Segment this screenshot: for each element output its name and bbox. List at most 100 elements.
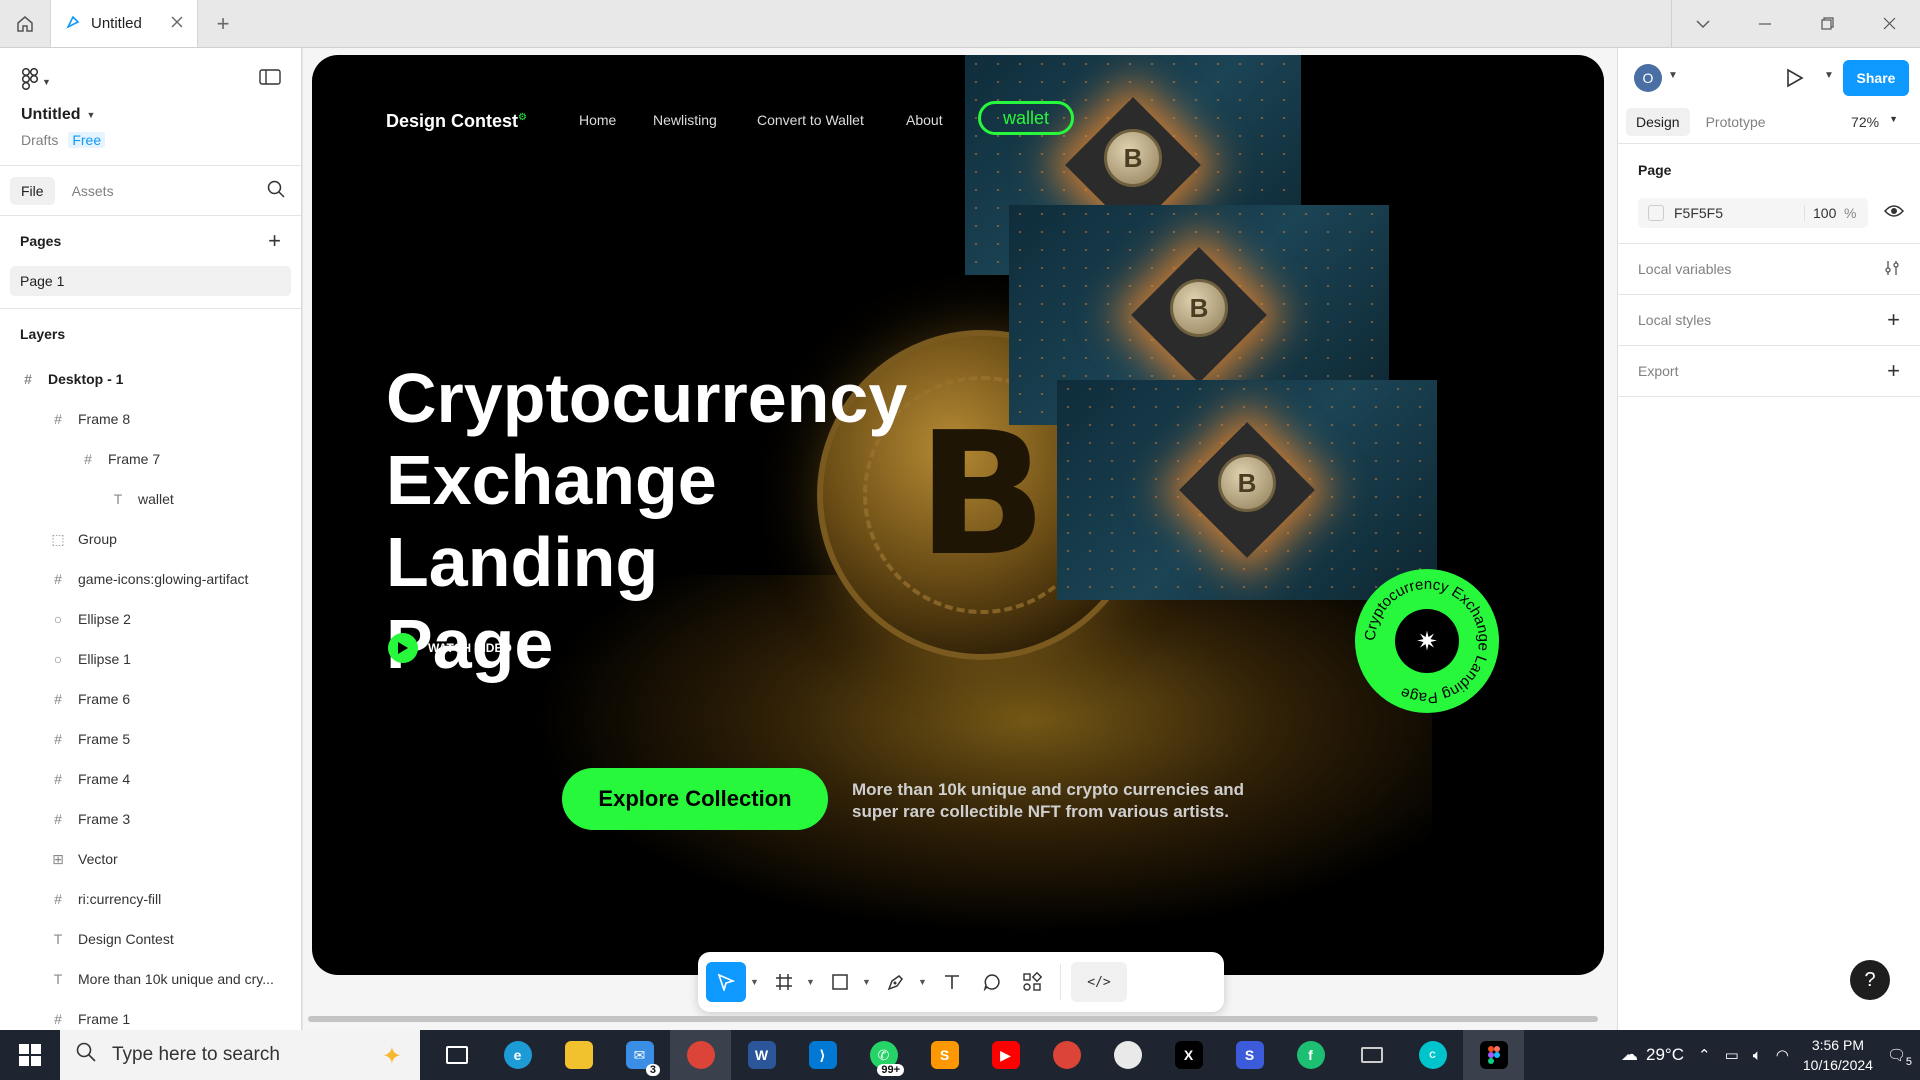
app-s-icon[interactable]: S: [1219, 1030, 1280, 1080]
page-color-field[interactable]: F5F5F5 100 %: [1638, 198, 1868, 228]
youtube-icon[interactable]: ▶: [975, 1030, 1036, 1080]
tab-file[interactable]: File: [10, 176, 55, 205]
chrome-profile-icon[interactable]: [1036, 1030, 1097, 1080]
nav-link-newlisting[interactable]: Newlisting: [653, 112, 717, 128]
figma-menu-button[interactable]: ▼: [21, 67, 51, 95]
add-page-icon[interactable]: +: [268, 228, 281, 254]
chevron-down-icon[interactable]: ▼: [1668, 70, 1678, 81]
minimize-icon[interactable]: [1734, 0, 1796, 47]
sidebar-toggle-icon[interactable]: [259, 69, 281, 90]
nav-link-convert[interactable]: Convert to Wallet: [757, 112, 864, 128]
layer-item[interactable]: T More than 10k unique and cry...: [0, 959, 301, 999]
monitor-icon[interactable]: [1341, 1030, 1402, 1080]
avatar[interactable]: O: [1634, 64, 1662, 92]
layer-item[interactable]: # Frame 1: [0, 999, 301, 1030]
local-variables-row[interactable]: Local variables: [1618, 244, 1920, 295]
actions-tool-icon[interactable]: [1014, 962, 1050, 1002]
rectangle-tool-icon[interactable]: [822, 962, 858, 1002]
opacity-value[interactable]: 100: [1804, 205, 1844, 221]
taskbar-search[interactable]: Type here to search ✦: [60, 1030, 420, 1080]
layer-item[interactable]: T Design Contest: [0, 919, 301, 959]
color-hex[interactable]: F5F5F5: [1674, 205, 1804, 221]
canvas[interactable]: B B B B Design Contest⚙ Home Newlisting …: [303, 48, 1617, 1030]
battery-icon[interactable]: ▭: [1725, 1046, 1739, 1064]
present-play-icon[interactable]: [1786, 68, 1804, 93]
move-tool-icon[interactable]: [706, 962, 746, 1002]
weather-widget[interactable]: ☁ 29°C: [1621, 1045, 1684, 1065]
layer-item[interactable]: ○ Ellipse 1: [0, 639, 301, 679]
home-icon[interactable]: [0, 0, 50, 47]
word-icon[interactable]: W: [731, 1030, 792, 1080]
color-swatch[interactable]: [1648, 205, 1664, 221]
chevron-down-icon[interactable]: ▼: [918, 977, 930, 987]
file-explorer-icon[interactable]: [548, 1030, 609, 1080]
file-title[interactable]: Untitled ▼: [21, 106, 95, 124]
pen-tool-icon[interactable]: [878, 962, 914, 1002]
layer-item[interactable]: # Frame 8: [0, 399, 301, 439]
notification-icon[interactable]: 🗨︎ 5: [1887, 1046, 1912, 1068]
layer-item[interactable]: ⊞ Vector: [0, 839, 301, 879]
clock[interactable]: 3:56 PM 10/16/2024: [1803, 1035, 1873, 1075]
x-icon[interactable]: X: [1158, 1030, 1219, 1080]
artboard-desktop-1[interactable]: B B B B Design Contest⚙ Home Newlisting …: [312, 55, 1604, 975]
tab-design[interactable]: Design: [1626, 107, 1690, 136]
layer-item[interactable]: # game-icons:glowing-artifact: [0, 559, 301, 599]
frame-tool-icon[interactable]: [766, 962, 802, 1002]
layer-item[interactable]: ⬚ Group: [0, 519, 301, 559]
nav-link-home[interactable]: Home: [579, 112, 616, 128]
wallet-button[interactable]: wallet: [978, 101, 1074, 135]
drafts-link[interactable]: Drafts: [21, 132, 58, 148]
comment-tool-icon[interactable]: [974, 962, 1010, 1002]
fiverr-icon[interactable]: f: [1280, 1030, 1341, 1080]
edge-icon[interactable]: e: [487, 1030, 548, 1080]
chevron-down-icon[interactable]: ▼: [862, 977, 874, 987]
horizontal-scrollbar[interactable]: [308, 1016, 1598, 1022]
page-item[interactable]: Page 1: [10, 266, 291, 296]
local-styles-row[interactable]: Local styles +: [1618, 295, 1920, 346]
window-close-icon[interactable]: [1858, 0, 1920, 47]
explore-collection-button[interactable]: Explore Collection: [562, 768, 828, 830]
variables-icon[interactable]: [1884, 260, 1900, 279]
layer-item[interactable]: # ri:currency-fill: [0, 879, 301, 919]
layer-item[interactable]: # Frame 4: [0, 759, 301, 799]
plus-icon[interactable]: +: [1887, 307, 1900, 333]
layer-item[interactable]: # Desktop - 1: [0, 359, 301, 399]
figma-icon[interactable]: [1463, 1030, 1524, 1080]
canva-icon[interactable]: C: [1402, 1030, 1463, 1080]
zoom-control[interactable]: 72% ▼: [1851, 114, 1898, 130]
watch-video[interactable]: WATCH VIDEO: [388, 633, 512, 663]
chevron-down-icon[interactable]: ▼: [750, 977, 762, 987]
dev-mode-toggle[interactable]: </>: [1071, 962, 1127, 1002]
tab-prototype[interactable]: Prototype: [1696, 108, 1776, 136]
vscode-icon[interactable]: ⟩: [792, 1030, 853, 1080]
volume-icon[interactable]: 🔈︎: [1753, 1047, 1762, 1064]
layer-item[interactable]: # Frame 5: [0, 719, 301, 759]
restore-icon[interactable]: [1796, 0, 1858, 47]
nav-link-about[interactable]: About: [906, 112, 943, 128]
layer-item[interactable]: Twallet: [0, 479, 301, 519]
layer-item[interactable]: # Frame 7: [0, 439, 301, 479]
export-row[interactable]: Export +: [1618, 346, 1920, 397]
layer-item[interactable]: # Frame 6: [0, 679, 301, 719]
paint-icon[interactable]: [1097, 1030, 1158, 1080]
layer-item[interactable]: ○ Ellipse 2: [0, 599, 301, 639]
whatsapp-icon[interactable]: ✆ 99+: [853, 1030, 914, 1080]
plus-icon[interactable]: +: [1887, 358, 1900, 384]
plus-icon[interactable]: +: [198, 0, 248, 47]
chevron-down-icon[interactable]: [1672, 0, 1734, 47]
help-button[interactable]: ?: [1850, 960, 1890, 1000]
chevron-up-icon[interactable]: ⌃: [1698, 1046, 1711, 1064]
close-icon[interactable]: [171, 15, 183, 32]
chrome-icon[interactable]: [670, 1030, 731, 1080]
layer-item[interactable]: # Frame 3: [0, 799, 301, 839]
task-view-icon[interactable]: [426, 1030, 487, 1080]
brand-logo[interactable]: Design Contest⚙: [386, 111, 527, 132]
tab-untitled[interactable]: Untitled: [50, 0, 198, 47]
eye-icon[interactable]: [1883, 204, 1905, 223]
mail-icon[interactable]: ✉ 3: [609, 1030, 670, 1080]
chevron-down-icon[interactable]: ▼: [1824, 70, 1834, 81]
tab-assets[interactable]: Assets: [61, 177, 125, 205]
text-tool-icon[interactable]: [934, 962, 970, 1002]
wifi-icon[interactable]: ◠: [1776, 1046, 1789, 1064]
share-button[interactable]: Share: [1843, 60, 1909, 96]
